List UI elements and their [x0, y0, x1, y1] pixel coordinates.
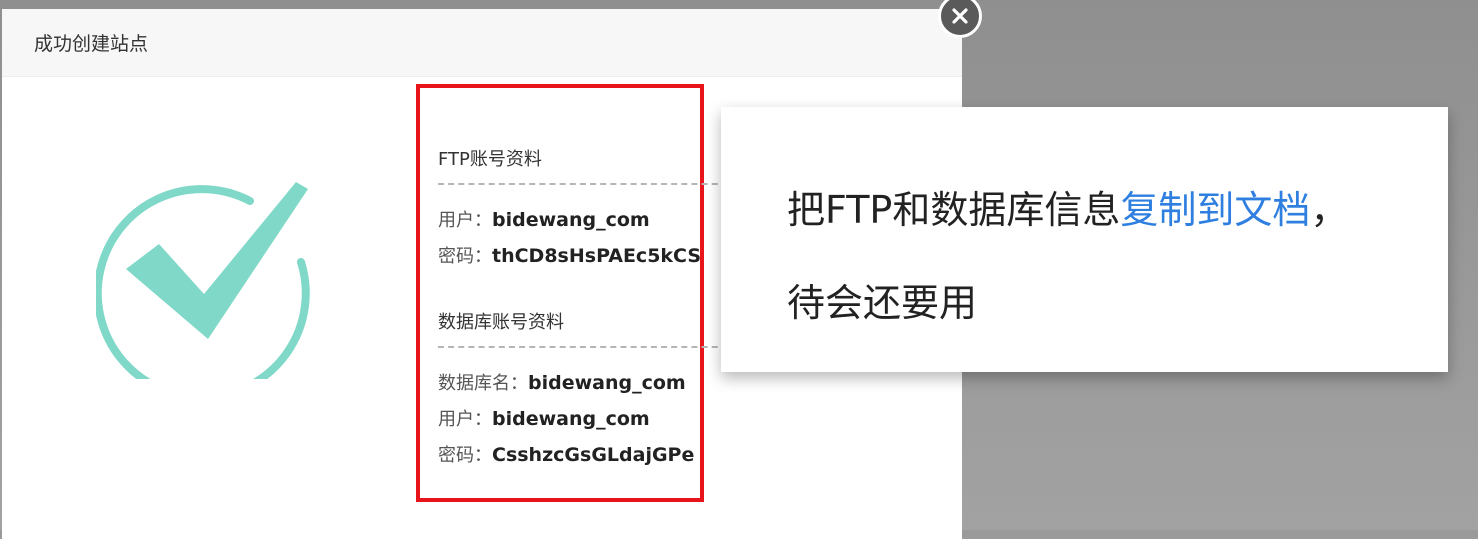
divider [438, 346, 738, 348]
db-section-title: 数据库账号资料 [438, 312, 564, 333]
tip-line-1: 把FTP和数据库信息复制到文档， [787, 179, 1348, 234]
tip-prefix: 把FTP和数据库信息 [787, 188, 1121, 232]
ftp-section-title: FTP账号资料 [438, 149, 542, 170]
ftp-user-row: 用户：bidewang_com [438, 206, 650, 232]
tip-suffix: ， [1310, 188, 1349, 232]
check-circle-icon [93, 174, 316, 402]
db-password-value: CsshzcGsGLdajGPe [492, 444, 695, 466]
db-user-row: 用户：bidewang_com [438, 405, 650, 431]
tip-card: 把FTP和数据库信息复制到文档， 待会还要用 [721, 107, 1448, 372]
ftp-user-value: bidewang_com [492, 209, 650, 231]
ftp-password-label: 密码： [438, 246, 492, 267]
db-name-value: bidewang_com [528, 372, 686, 394]
ftp-password-value: thCD8sHsPAEc5kCS [492, 245, 702, 267]
ftp-user-label: 用户： [438, 210, 492, 231]
db-user-label: 用户： [438, 409, 492, 430]
db-user-value: bidewang_com [492, 408, 650, 430]
dialog-header: 成功创建站点 [2, 9, 962, 77]
account-info-box: FTP账号资料 用户：bidewang_com 密码：thCD8sHsPAEc5… [416, 84, 738, 502]
db-password-label: 密码： [438, 445, 492, 466]
close-icon [952, 8, 968, 24]
ftp-password-row: 密码：thCD8sHsPAEc5kCS [438, 242, 701, 268]
tip-line-2: 待会还要用 [787, 281, 978, 325]
db-name-row: 数据库名：bidewang_com [438, 369, 686, 395]
db-name-label: 数据库名： [438, 373, 528, 394]
dialog-title: 成功创建站点 [34, 33, 149, 55]
divider [438, 183, 738, 185]
tip-highlight: 复制到文档 [1120, 188, 1311, 232]
db-password-row: 密码：CsshzcGsGLdajGPe [438, 441, 694, 467]
